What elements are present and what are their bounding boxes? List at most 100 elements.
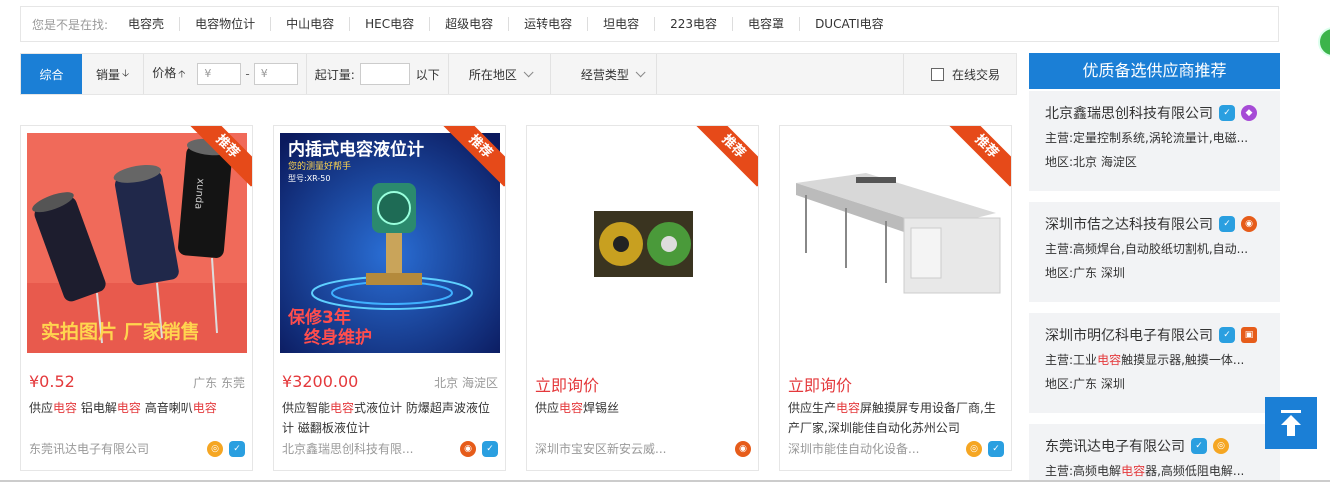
online-trade-label: 在线交易 <box>951 67 1000 82</box>
related-keyword-link[interactable]: 中山电容 <box>270 17 349 31</box>
supplier-card[interactable]: 深圳市明亿科电子有限公司 ✓ ▣ 主营:工业电容触摸显示器,触摸一体... 地区… <box>1029 313 1280 413</box>
image-subline: 您的测量好帮手 <box>288 160 351 172</box>
arrow-down-icon: 🡣 <box>122 67 130 79</box>
related-keyword-link[interactable]: HEC电容 <box>349 17 429 31</box>
price-row: 立即询价 <box>535 372 751 396</box>
main-label: 主营: <box>1045 131 1074 145</box>
image-lifetime: 终身维护 <box>304 327 372 348</box>
main-text: 高频电解 <box>1073 464 1122 478</box>
supplier-name[interactable]: 东莞讯达电子有限公司 <box>1045 436 1185 456</box>
region-text: 广东 深圳 <box>1073 266 1125 280</box>
sort-filter-bar: 综合 销量 🡣 价格 🡡 ¥ - ¥ 起订量: 以下 所在地区 经营类型 在线交易 <box>20 53 1017 95</box>
related-keyword-link[interactable]: 电容罩 <box>732 17 799 31</box>
product-image[interactable]: 内插式电容液位计 您的测量好帮手 型号:XR-50 保修3年 终身维护 <box>280 133 500 353</box>
supplier-main-products: 主营:工业电容触摸显示器,触摸一体... <box>1045 351 1260 369</box>
inquire-link[interactable]: 立即询价 <box>535 372 599 396</box>
supplier-region: 地区:北京 海淀区 <box>1045 153 1260 171</box>
seller-row: 深圳市宝安区新安云威... ◉ <box>535 440 751 457</box>
product-title[interactable]: 供应电容焊锡丝 <box>535 398 751 418</box>
supplier-main-products: 主营:高频电解电容器,高频低阻电解... <box>1045 462 1260 480</box>
seller-row: 深圳市能佳自动化设备... ◎ ✓ <box>788 440 1004 457</box>
product-image[interactable] <box>786 133 1006 353</box>
related-keyword-link[interactable]: 电容壳 <box>128 17 179 31</box>
price-min-input[interactable]: ¥ <box>197 63 242 85</box>
verified-icon: ✓ <box>988 440 1004 457</box>
shop-icon: ▣ <box>1241 327 1257 343</box>
supplier-card[interactable]: 北京鑫瑞思创科技有限公司 ✓ ◆ 主营:定量控制系统,涡轮流量计,电磁... 地… <box>1029 91 1280 191</box>
supplier-name[interactable]: 北京鑫瑞思创科技有限公司 <box>1045 103 1213 123</box>
product-card[interactable]: 推荐 内插式电容液位计 您的测量好帮手 型号:XR-50 保修3年 终身维护 ¥… <box>273 125 506 471</box>
product-title[interactable]: 供应电容 铝电解电容 高音喇叭电容 <box>29 398 245 418</box>
product-image[interactable] <box>533 133 753 353</box>
moq-input[interactable] <box>359 63 410 85</box>
title-keyword: 电容 <box>559 401 584 415</box>
related-keyword-link[interactable]: DUCATI电容 <box>799 17 899 31</box>
main-text: 定量控制系统,涡轮流量计,电磁... <box>1073 131 1249 145</box>
business-type-dropdown[interactable]: 经营类型 <box>551 54 657 94</box>
supplier-card[interactable]: 东莞讯达电子有限公司 ✓ ◎ 主营:高频电解电容器,高频低阻电解... <box>1029 424 1280 482</box>
page: 您是不是在找: 电容壳 电容物位计 中山电容 HEC电容 超级电容 运转电容 坦… <box>0 0 1330 482</box>
solder-wire-image <box>533 133 753 353</box>
product-price: ¥3200.00 <box>282 372 359 391</box>
main-text: 触摸显示器,触摸一体... <box>1121 353 1245 367</box>
seller-name[interactable]: 深圳市宝安区新安云威... <box>535 440 729 457</box>
gold-member-icon: ◎ <box>207 440 223 457</box>
verified-icon: ✓ <box>229 440 245 457</box>
seller-name[interactable]: 北京鑫瑞思创科技有限... <box>282 440 454 457</box>
seller-name[interactable]: 深圳市能佳自动化设备... <box>788 440 960 457</box>
supplier-name-row: 深圳市明亿科电子有限公司 ✓ ▣ <box>1045 325 1280 345</box>
supplier-name-row: 北京鑫瑞思创科技有限公司 ✓ ◆ <box>1045 103 1280 123</box>
sort-tab-all[interactable]: 综合 <box>21 54 82 94</box>
price-max-input[interactable]: ¥ <box>253 63 298 85</box>
product-title[interactable]: 供应生产电容屏触摸屏专用设备厂商,生产厂家,深圳能佳自动化苏州公司 <box>788 398 1004 438</box>
product-card[interactable]: 推荐 立即询价 供应生产电容屏触摸屏专用设备厂商,生产厂家,深圳能佳自动化苏州公… <box>779 125 1012 471</box>
title-text: 铝电解 <box>77 401 117 415</box>
verified-icon: ✓ <box>1219 216 1235 232</box>
online-trade-toggle[interactable]: 在线交易 <box>902 54 1016 94</box>
product-location: 广东 东莞 <box>193 376 245 390</box>
main-text: 高频焊台,自动胶纸切割机,自动... <box>1073 242 1249 256</box>
conveyor-machine-image <box>786 133 1006 353</box>
seller-name[interactable]: 东莞讯达电子有限公司 <box>29 440 201 457</box>
diamond-member-icon: ◆ <box>1241 105 1257 121</box>
image-model: 型号:XR-50 <box>288 174 330 183</box>
main-label: 主营: <box>1045 464 1074 478</box>
sidebar-title: 优质备选供应商推荐 <box>1029 53 1280 89</box>
floating-widget-icon[interactable] <box>1318 27 1330 57</box>
title-text: 供应生产 <box>788 401 837 415</box>
price-filter: 价格 🡡 ¥ - ¥ <box>144 54 307 94</box>
title-keyword: 电容 <box>116 401 141 415</box>
supplier-name[interactable]: 深圳市佶之达科技有限公司 <box>1045 214 1213 234</box>
supplier-card[interactable]: 深圳市佶之达科技有限公司 ✓ ◉ 主营:高频焊台,自动胶纸切割机,自动... 地… <box>1029 202 1280 302</box>
credit-icon: ◉ <box>460 440 476 457</box>
gold-member-icon: ◎ <box>1213 438 1229 454</box>
product-image[interactable]: 实拍图片 厂家销售 xunda <box>27 133 247 353</box>
supplier-name[interactable]: 深圳市明亿科电子有限公司 <box>1045 325 1213 345</box>
product-title[interactable]: 供应智能电容式液位计 防爆超声波液位计 磁翻板液位计 <box>282 398 498 438</box>
product-card[interactable]: 推荐 立即询价 供应电容焊锡丝 深圳市宝安区新安云威... ◉ <box>526 125 759 471</box>
title-text: 供应 <box>535 401 560 415</box>
back-to-top-button[interactable] <box>1265 397 1317 449</box>
sort-tab-price[interactable]: 价格 🡡 <box>152 64 185 84</box>
region-dropdown[interactable]: 所在地区 <box>449 54 551 94</box>
business-type-label: 经营类型 <box>580 67 629 82</box>
verified-icon: ✓ <box>1219 327 1235 343</box>
related-keyword-link[interactable]: 223电容 <box>654 17 732 31</box>
image-headline: 内插式电容液位计 <box>288 139 424 160</box>
price-separator: - <box>245 67 250 81</box>
product-price: ¥0.52 <box>29 372 75 391</box>
supplier-main-products: 主营:定量控制系统,涡轮流量计,电磁... <box>1045 129 1260 147</box>
credit-icon: ◉ <box>735 440 751 457</box>
sort-tab-sales[interactable]: 销量 🡣 <box>82 54 145 94</box>
supplier-name-row: 深圳市佶之达科技有限公司 ✓ ◉ <box>1045 214 1280 234</box>
related-keyword-link[interactable]: 坦电容 <box>587 17 654 31</box>
main-label: 主营: <box>1045 353 1074 367</box>
inquire-link[interactable]: 立即询价 <box>788 372 852 396</box>
related-keyword-link[interactable]: 超级电容 <box>429 17 508 31</box>
product-card[interactable]: 推荐 实拍图片 厂家销售 xunda ¥0.52 广东 东莞 供应电容 铝电解电… <box>20 125 253 471</box>
online-trade-checkbox[interactable] <box>930 67 944 81</box>
price-row: ¥3200.00 北京 海淀区 <box>282 372 498 391</box>
related-keyword-link[interactable]: 运转电容 <box>508 17 587 31</box>
verified-icon: ✓ <box>1191 438 1207 454</box>
related-keyword-link[interactable]: 电容物位计 <box>179 17 270 31</box>
